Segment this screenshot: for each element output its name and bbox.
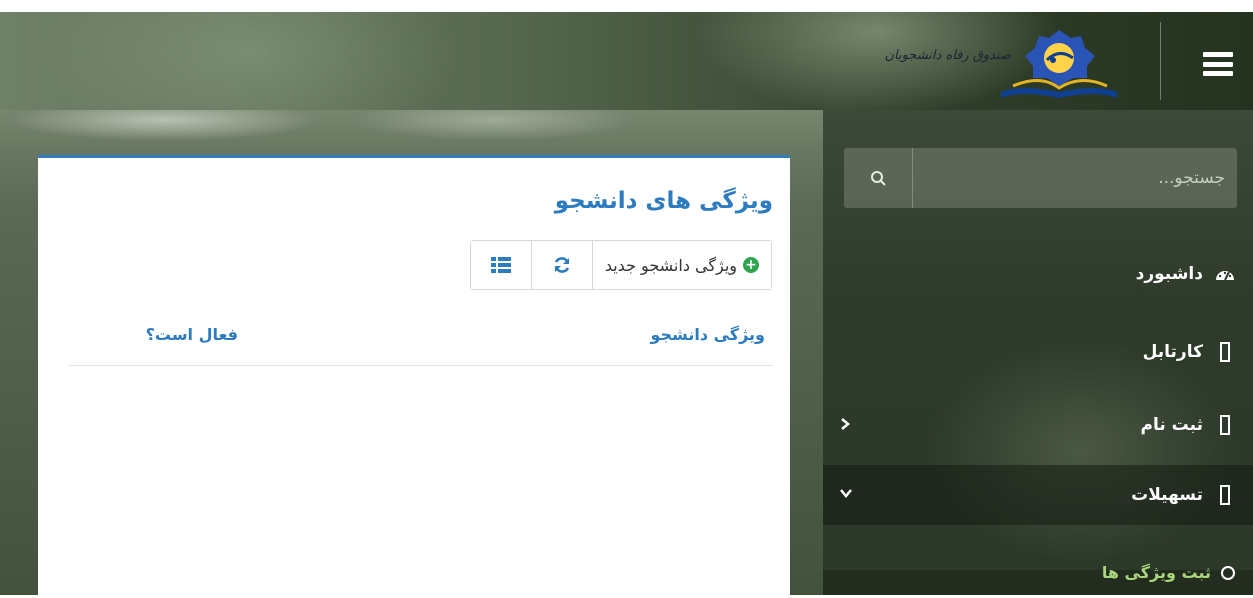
hamburger-icon[interactable]: [1203, 52, 1233, 76]
dashboard-gauge-icon: [1215, 266, 1235, 282]
refresh-button[interactable]: [530, 241, 592, 289]
add-student-feature-button[interactable]: + ویژگی دانشجو جدید: [591, 241, 771, 289]
search-icon: [871, 171, 886, 186]
submenu-item-label: ثبت ویژگی ها: [1101, 563, 1211, 582]
sidebar-item-dashboard[interactable]: داشبورد: [823, 244, 1253, 304]
circle-icon: [1221, 565, 1235, 580]
logo[interactable]: صندوق رفاه دانشجویان: [884, 20, 1131, 100]
top-navbar: صندوق رفاه دانشجویان: [0, 12, 1253, 110]
search-input[interactable]: [913, 148, 1237, 208]
column-header-active[interactable]: فعال است؟: [146, 325, 238, 344]
box-icon: [1215, 415, 1235, 435]
column-header-feature[interactable]: ویژگی دانشجو: [650, 325, 765, 344]
topbar-divider: [1160, 22, 1161, 100]
toolbar: + ویژگی دانشجو جدید: [469, 240, 772, 290]
chevron-down-icon: [840, 489, 852, 498]
add-button-label: ویژگی دانشجو جدید: [604, 255, 737, 275]
chevron-left-icon: [841, 418, 850, 430]
plus-circle-icon: +: [743, 257, 759, 273]
refresh-icon: [554, 257, 570, 273]
content-panel: ویژگی های دانشجو + ویژگی دانشجو جدید ویژ…: [38, 155, 790, 598]
sidebar-item-facilities[interactable]: تسهیلات: [823, 465, 1253, 525]
submenu-item-register-features[interactable]: ثبت ویژگی ها: [823, 550, 1253, 595]
page-title: ویژگی های دانشجو: [554, 188, 773, 214]
logo-text: صندوق رفاه دانشجویان: [884, 48, 1011, 63]
search-box: [844, 148, 1237, 208]
sidebar-item-registration[interactable]: ثبت نام: [823, 395, 1253, 455]
list-icon: [490, 257, 511, 273]
sidebar-item-inbox[interactable]: کارتابل: [823, 322, 1253, 382]
table-header: ویژگی دانشجو فعال است؟: [68, 313, 773, 366]
sidebar-item-label: تسهیلات: [1131, 485, 1203, 505]
sidebar: داشبورد کارتابل ثبت نام تسهیلات ثبت ویژگ…: [823, 110, 1253, 595]
sidebar-item-label: کارتابل: [1142, 342, 1203, 362]
list-view-button[interactable]: [470, 241, 531, 289]
search-button[interactable]: [844, 148, 913, 208]
sidebar-item-label: داشبورد: [1135, 264, 1203, 284]
box-icon: [1215, 485, 1235, 505]
sidebar-item-label: ثبت نام: [1140, 415, 1203, 435]
box-icon: [1215, 342, 1235, 362]
